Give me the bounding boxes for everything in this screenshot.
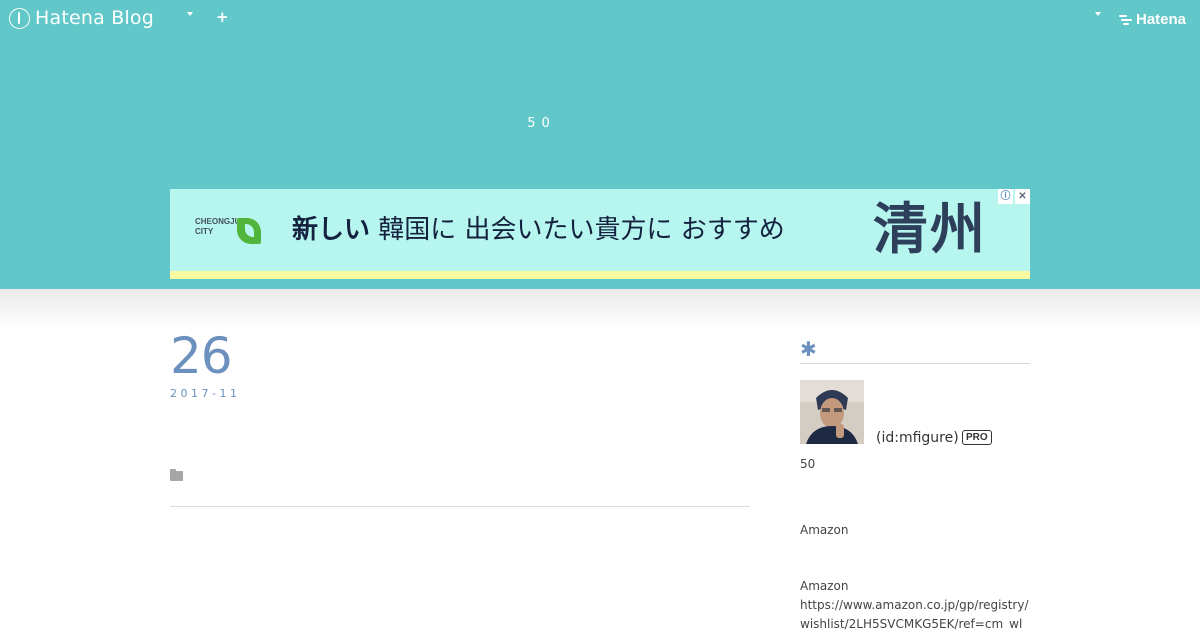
ad-leaf-icon [237,218,261,244]
avatar-photo [800,380,864,444]
entry-divider [170,506,750,507]
sidebar-amazon-heading: Amazon [800,523,849,537]
ad-copy-bold: 新しい [292,215,371,245]
ad-copy-rest: 韓国に 出会いたい貴方に おすすめ [378,215,785,245]
hatena-label: Hatena [1136,10,1187,28]
brand-name: Hatena Blog [35,7,154,29]
ad-banner[interactable]: CHEONGJU CITY 新しい 韓国に 出会いたい貴方に おすすめ 清州 ⓘ… [170,189,1030,279]
ad-copy: 新しい 韓国に 出会いたい貴方に おすすめ [292,213,785,247]
ad-controls: ⓘ ✕ [998,189,1030,204]
global-nav-bar: Hatena Blog + Hatena [0,0,1200,38]
user-menu-caret-icon[interactable] [1095,12,1101,16]
hatena-blog-logo[interactable]: Hatena Blog [9,7,154,29]
entry-date-year-month[interactable]: 2017-11 [170,387,240,400]
ad-info-icon[interactable]: ⓘ [998,189,1013,204]
ad-close-icon[interactable]: ✕ [1015,189,1030,204]
blog-title[interactable]: 50 [0,116,1083,131]
hatena-blog-logo-icon [9,7,30,29]
avatar[interactable] [800,380,864,444]
add-post-button[interactable]: + [216,7,229,27]
blog-menu-caret-icon[interactable] [187,12,193,16]
hatena-icon [1119,13,1133,25]
sidebar-section-divider [800,363,1030,364]
pro-badge[interactable]: PRO [962,430,992,445]
hatena-link[interactable]: Hatena [1119,9,1186,29]
category-folder-icon [170,469,183,481]
amazon-wishlist-link[interactable]: https://www.amazon.co.jp/gp/registry/wis… [800,596,1032,630]
sidebar-section-icon: ✱ [800,337,817,361]
sidebar-user-id[interactable]: (id:mfigure) [876,429,959,447]
sidebar-description: 50 [800,457,816,471]
entry-date-day[interactable]: 26 [170,328,233,384]
ad-headline: 清州 [873,197,988,261]
header-shadow [0,289,1200,329]
sidebar-amazon-label: Amazon [800,579,849,593]
ad-stripe [170,271,1030,279]
